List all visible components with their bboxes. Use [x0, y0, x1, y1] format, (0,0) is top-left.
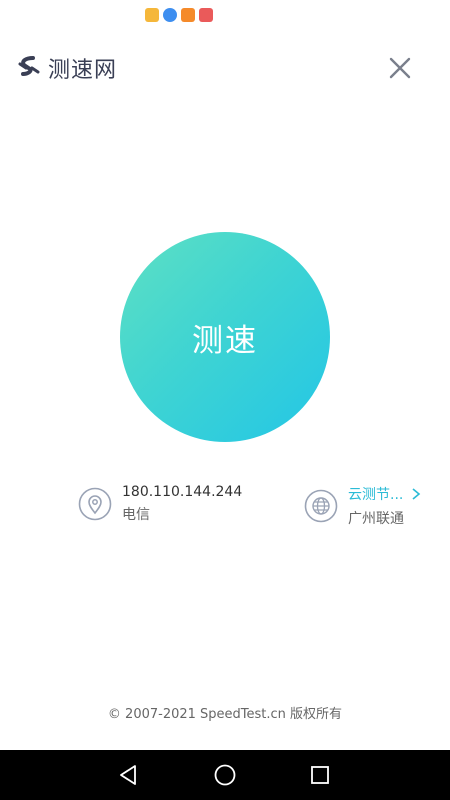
uc-browser-icon: [181, 8, 195, 22]
ip-address: 180.110.144.244: [122, 484, 243, 500]
reader-app-icon: [199, 8, 213, 22]
recents-square-icon[interactable]: [308, 763, 332, 787]
app-header: 测速网: [0, 44, 450, 92]
copyright-footer: © 2007-2021 SpeedTest.cn 版权所有: [107, 707, 343, 722]
speedtest-logo-icon: [18, 56, 40, 76]
location-pin-icon: [78, 487, 112, 521]
browser-app-icon: [163, 8, 177, 22]
system-nav-bar: [0, 750, 450, 800]
notification-icons: [145, 8, 213, 22]
calendar-app-icon: [145, 8, 159, 22]
close-icon[interactable]: [386, 54, 414, 82]
speed-test-label: 测速: [192, 322, 258, 359]
server-selector[interactable]: 云测节... 广州联通: [304, 484, 421, 528]
server-provider: 广州联通: [348, 511, 404, 527]
back-triangle-icon[interactable]: [116, 763, 140, 787]
ip-info: 180.110.144.244 电信: [78, 484, 242, 524]
logo: 测速网: [16, 52, 117, 84]
start-speed-test-button[interactable]: 测速: [120, 232, 330, 442]
status-bar: [0, 0, 450, 30]
server-node-name: 云测节...: [348, 487, 404, 503]
globe-icon: [304, 489, 338, 523]
chevron-right-icon: [412, 488, 421, 500]
connection-info: 180.110.144.244 电信 云测节... 广州联通: [0, 484, 450, 532]
home-circle-icon[interactable]: [213, 763, 237, 787]
logo-text: 测速网: [48, 58, 118, 83]
isp-name: 电信: [122, 507, 150, 523]
